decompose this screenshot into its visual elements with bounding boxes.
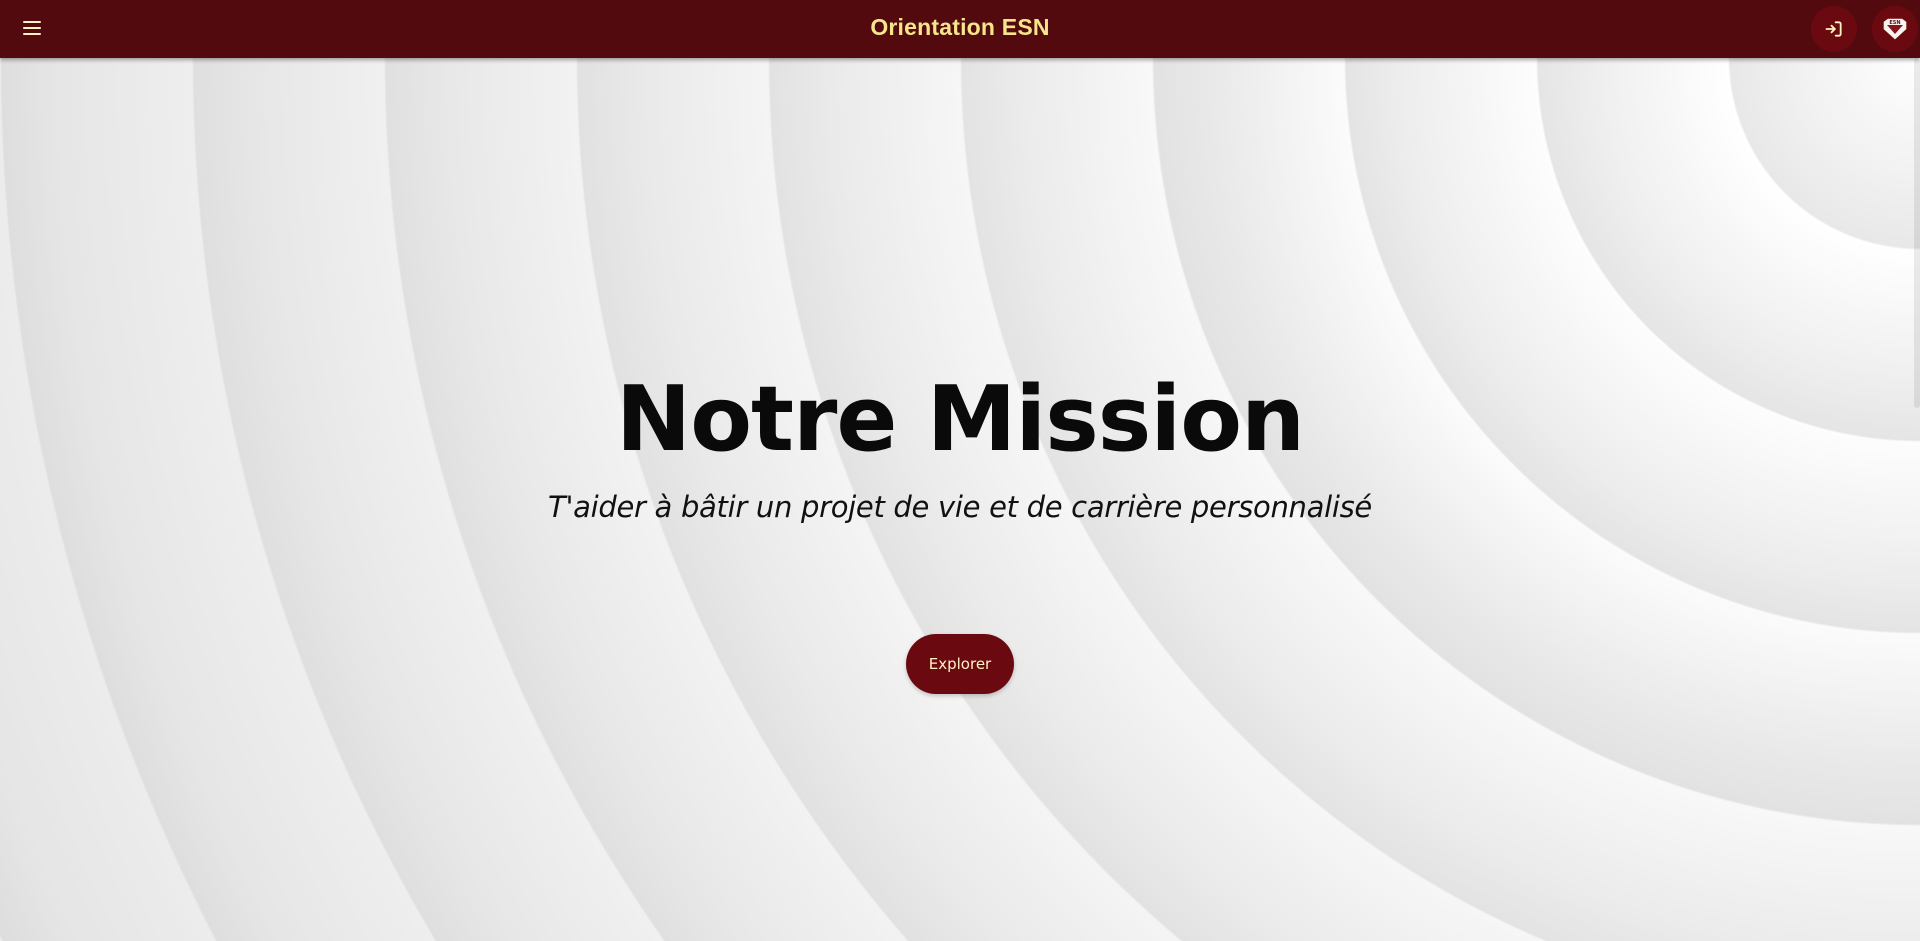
hero-title: Notre Mission: [615, 367, 1305, 472]
scrollbar-thumb[interactable]: [1914, 58, 1920, 408]
login-button[interactable]: [1811, 6, 1857, 52]
app-title: Orientation ESN: [870, 14, 1050, 40]
scrollbar[interactable]: [1914, 58, 1920, 941]
svg-text:ESN: ESN: [1889, 20, 1900, 26]
esn-logo-button[interactable]: ESN: [1872, 6, 1918, 52]
top-app-bar: Orientation ESN ESN: [0, 0, 1920, 58]
login-icon: [1825, 21, 1842, 37]
hero-section: Notre Mission T'aider à bâtir un projet …: [0, 58, 1920, 941]
esn-logo-icon: ESN: [1883, 18, 1907, 40]
explore-button[interactable]: Explorer: [906, 634, 1014, 694]
hero-subtitle: T'aider à bâtir un projet de vie et de c…: [548, 490, 1372, 524]
